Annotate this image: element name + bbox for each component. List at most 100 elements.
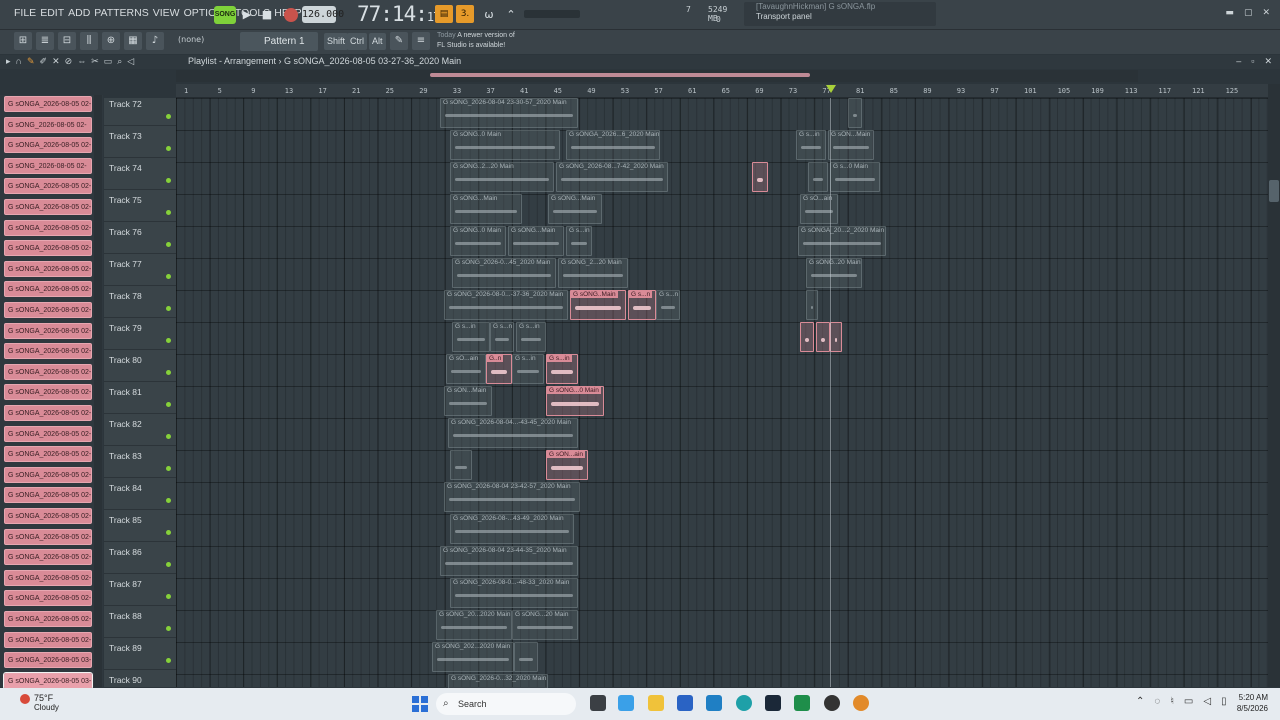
- scroll-thumb[interactable]: [1269, 180, 1279, 202]
- audio-clip[interactable]: [808, 162, 828, 192]
- picker-clip-item[interactable]: G sONGA_2026-08-05 02-: [4, 363, 92, 380]
- audio-clip[interactable]: [848, 98, 862, 128]
- track-mute-led[interactable]: [166, 434, 171, 439]
- menu-file[interactable]: FILE: [14, 7, 36, 19]
- arrow-left-icon[interactable]: ▸: [6, 56, 11, 67]
- audio-clip[interactable]: G sONG_2026-08-0...-37-36_2020 Main: [444, 290, 568, 320]
- track-header[interactable]: Track 79: [104, 318, 176, 350]
- mic-tray-icon[interactable]: ♮: [1170, 696, 1174, 707]
- picker-scrollbar[interactable]: [94, 95, 102, 687]
- track-header[interactable]: Track 87: [104, 574, 176, 606]
- track-header[interactable]: Track 77: [104, 254, 176, 286]
- track-mute-led[interactable]: [166, 594, 171, 599]
- picker-clip-item[interactable]: G sONGA_2026-08-05 02-: [4, 199, 92, 215]
- track-mute-led[interactable]: [166, 114, 171, 119]
- select-tool-icon[interactable]: ▭: [104, 56, 113, 67]
- close-icon[interactable]: ✕: [1262, 8, 1270, 18]
- piano-roll-icon[interactable]: ≣: [36, 32, 54, 50]
- mixer-icon[interactable]: ⫼: [80, 32, 98, 50]
- track-header[interactable]: Track 82: [104, 414, 176, 446]
- track-mute-led[interactable]: [166, 658, 171, 663]
- picker-clip-item[interactable]: G sONGA_2026-08-05 03-: [4, 652, 92, 669]
- audio-clip[interactable]: G sONG_2026-08-04 23-42-57_2020 Main: [444, 482, 580, 512]
- mute-tool-icon[interactable]: ⊘: [65, 56, 73, 67]
- song-position-display[interactable]: 77:14:17: [357, 2, 440, 26]
- audio-clip[interactable]: G sONGA_20...2_2020 Main: [798, 226, 886, 256]
- news-panel[interactable]: Today A newer version of FL Studio is av…: [437, 31, 537, 53]
- track-mute-led[interactable]: [166, 210, 171, 215]
- picker-clip-item[interactable]: G sONGA_2026-08-05 02-: [4, 322, 92, 339]
- picker-clip-item[interactable]: G sONGA_2026-08-05 02-: [4, 281, 92, 298]
- audio-clip[interactable]: [752, 162, 768, 192]
- audio-clip[interactable]: G..n: [486, 354, 512, 384]
- timeline-ruler[interactable]: 1 5 9 13 17 21 25 29 33 37 41 45 49 53 57 61 65 69 73 77 81 8…: [176, 84, 1268, 98]
- picker-clip-item[interactable]: G sONGA_2026-08-05 02-: [4, 590, 92, 607]
- picker-clip-item[interactable]: G sONGA_2026-08-05 02-: [4, 631, 92, 648]
- obs-icon[interactable]: [824, 695, 840, 711]
- track-mute-led[interactable]: [166, 530, 171, 535]
- step-edit-icon[interactable]: 3.: [456, 5, 474, 23]
- track-header[interactable]: Track 84: [104, 478, 176, 510]
- stop-icon[interactable]: ■: [258, 6, 276, 24]
- network-icon[interactable]: ◌: [1154, 696, 1160, 707]
- track-mute-led[interactable]: [166, 466, 171, 471]
- audio-clip[interactable]: G sONG_2026-08-0...-48-33_2020 Main: [450, 578, 578, 608]
- track-header[interactable]: Track 81: [104, 382, 176, 414]
- file-explorer-icon[interactable]: [648, 695, 664, 711]
- track-mute-led[interactable]: [166, 146, 171, 151]
- draw-tool-icon[interactable]: ✎: [27, 56, 35, 67]
- audio-clip[interactable]: [816, 322, 830, 352]
- delete-tool-icon[interactable]: ✕: [52, 56, 60, 67]
- zoom-tool-icon[interactable]: ⌕: [117, 56, 122, 67]
- picker-clip-item[interactable]: G sONGA_2026-08-05 02-: [4, 508, 92, 524]
- metronome-icon[interactable]: ▤: [435, 5, 453, 23]
- play-tool-icon[interactable]: ◁: [127, 56, 134, 67]
- audio-clip[interactable]: G sONG_2026-08-04...-43-45_2020 Main: [448, 418, 578, 448]
- steam-icon[interactable]: [765, 695, 781, 711]
- audio-clip[interactable]: G s...in: [452, 322, 490, 352]
- picker-clip-item[interactable]: G sONGA_2026-08-05 02-: [4, 528, 92, 545]
- track-header[interactable]: Track 83: [104, 446, 176, 478]
- audio-clip[interactable]: G sONG_2...20 Main: [558, 258, 628, 288]
- audio-clip[interactable]: [806, 290, 818, 320]
- task-view-icon[interactable]: [590, 695, 606, 711]
- menu-edit[interactable]: EDIT: [40, 7, 64, 19]
- online-icon[interactable]: ≡: [412, 32, 430, 50]
- tempo-display[interactable]: 126.000: [302, 6, 344, 23]
- track-header[interactable]: Track 88: [104, 606, 176, 638]
- audio-clip[interactable]: G sONG...Main: [450, 194, 522, 224]
- plugin-picker-icon[interactable]: ⊕: [102, 32, 120, 50]
- picker-clip-item[interactable]: G sONGA_2026-08-05 03-: [3, 671, 93, 690]
- windows-start-icon[interactable]: [412, 696, 428, 712]
- battery-icon[interactable]: ▯: [1221, 696, 1227, 707]
- picker-clip-item[interactable]: G sONGA_2026-08-05 02-: [4, 425, 92, 442]
- audio-clip[interactable]: G sONGA_2026...6_2020 Main: [566, 130, 660, 160]
- track-mute-led[interactable]: [166, 242, 171, 247]
- playlist-icon[interactable]: ⊞: [14, 32, 32, 50]
- picker-clip-item[interactable]: G sONGA_2026-08-05 02-: [4, 343, 92, 360]
- picker-clip-item[interactable]: G sONGA_2026-08-05 02-: [4, 405, 92, 421]
- audio-clip[interactable]: G sONG..0 Main: [450, 226, 506, 256]
- picker-clip-item[interactable]: G sONGA_2026-08-05 02-: [4, 569, 92, 586]
- mic-icon[interactable]: ♪: [146, 32, 164, 50]
- picker-clip-item[interactable]: G sONGA_2026-08-05 02-: [4, 137, 92, 154]
- chevron-up-icon[interactable]: ⌃: [1136, 696, 1144, 707]
- audio-clip[interactable]: G sONG_202...2020 Main: [432, 642, 514, 672]
- picker-clip-item[interactable]: G sONGA_2026-08-05 02-: [4, 466, 92, 483]
- audio-clip[interactable]: G sONG_2026-08-04 23-30-57_2020 Main: [440, 98, 578, 128]
- store-icon[interactable]: [677, 695, 693, 711]
- audio-clip[interactable]: G sONG..2...20 Main: [450, 162, 554, 192]
- playlist-minimize-icon[interactable]: –: [1236, 56, 1241, 67]
- track-header[interactable]: Track 72: [104, 94, 176, 126]
- track-header[interactable]: Track 86: [104, 542, 176, 574]
- slice-tool-icon[interactable]: ✂: [91, 56, 99, 67]
- picker-clip-item[interactable]: G sONGA_2026-08-05 02-: [4, 260, 92, 277]
- playlist-grid[interactable]: [176, 98, 1268, 687]
- audio-clip[interactable]: G s...n: [656, 290, 680, 320]
- picker-clip-item[interactable]: G sONGA_2026-08-05 02-: [4, 446, 92, 463]
- audio-clip[interactable]: G s...0 Main: [830, 162, 880, 192]
- picker-clip-item[interactable]: G sONGA_2026-08-05 02-: [4, 219, 92, 236]
- record-icon[interactable]: [284, 8, 298, 22]
- playlist-maximize-icon[interactable]: ▫: [1251, 56, 1254, 67]
- taskbar-search[interactable]: ⌕ Search: [436, 693, 576, 715]
